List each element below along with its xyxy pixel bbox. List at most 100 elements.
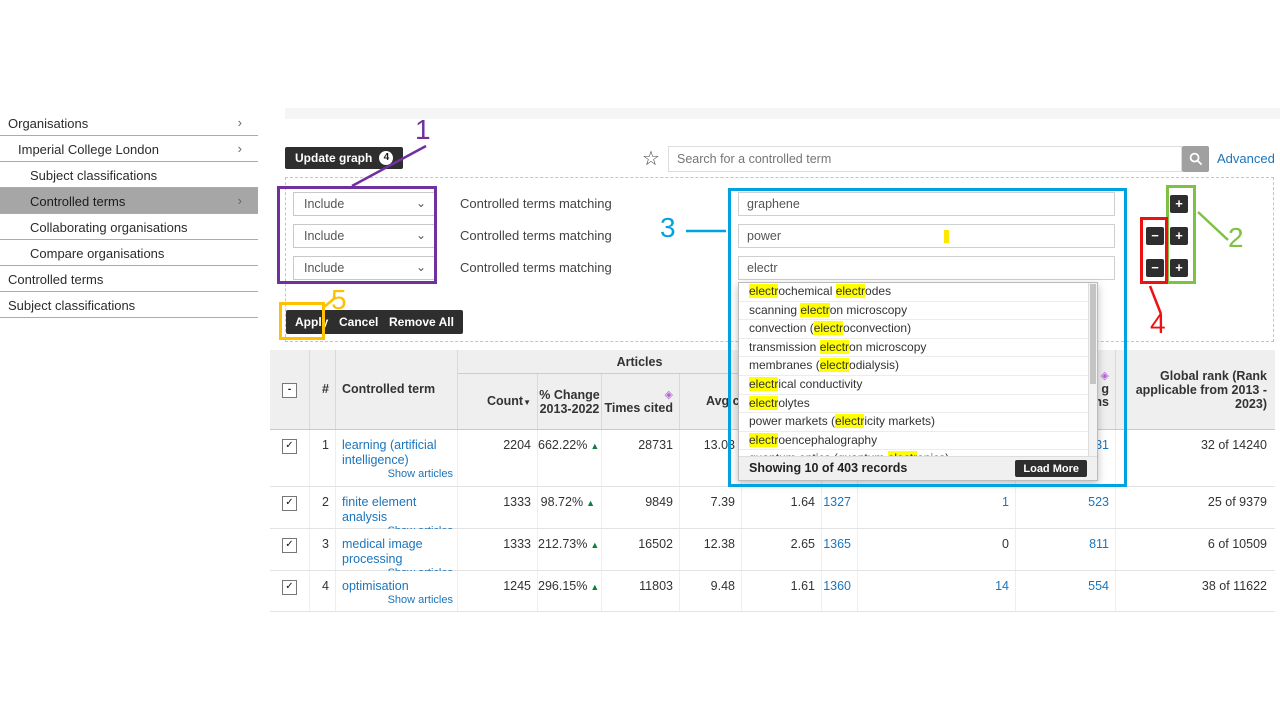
- trend-up-icon: ▲: [586, 498, 595, 508]
- dropdown-scrollbar[interactable]: [1088, 283, 1097, 459]
- advanced-search-link[interactable]: Advanced: [1217, 151, 1275, 166]
- term-input-graphene[interactable]: [738, 192, 1115, 216]
- avg-cell: 12.38: [680, 529, 742, 570]
- remove-all-button[interactable]: Remove All: [380, 310, 463, 334]
- sidebar-item-organisations[interactable]: Organisations›: [0, 110, 258, 136]
- table-row-2: ✓2finite element analysisShow articles13…: [270, 487, 1275, 529]
- operator-select-value: Include: [304, 229, 344, 243]
- item-text: icity markets): [864, 414, 935, 428]
- sidebar-item-compare-organisations[interactable]: Compare organisations: [0, 240, 258, 266]
- item-text: odialysis): [849, 358, 899, 372]
- fwci-cell: 1.64: [742, 487, 822, 528]
- fwci-value: 1.61: [791, 579, 815, 593]
- header-avg[interactable]: Avg citations per article: [680, 374, 742, 429]
- term-input-electr[interactable]: [738, 256, 1115, 280]
- cited-value: 28731: [638, 438, 673, 452]
- dropdown-item-3[interactable]: convection (electroconvection): [739, 319, 1097, 338]
- n3-value[interactable]: 811: [1089, 537, 1109, 551]
- remove-row-button-3[interactable]: −: [1146, 259, 1164, 277]
- chevron-down-icon: ⌄: [416, 260, 426, 274]
- sidebar-item-collaborating-organisations[interactable]: Collaborating organisations: [0, 214, 258, 240]
- add-row-button-1[interactable]: +: [1170, 195, 1188, 213]
- dropdown-item-9[interactable]: electroencephalography: [739, 431, 1097, 450]
- rank-cell: 32 of 14240: [1116, 430, 1275, 486]
- load-more-button[interactable]: Load More: [1015, 460, 1087, 477]
- controlled-term-link[interactable]: learning (artificial intelligence): [342, 438, 453, 468]
- n1-value[interactable]: 1360: [823, 579, 851, 593]
- item-text: odes: [865, 284, 891, 298]
- dropdown-item-6[interactable]: electrical conductivity: [739, 375, 1097, 394]
- operator-select-1[interactable]: Include⌄: [293, 192, 435, 216]
- rank-value: 6 of 10509: [1208, 537, 1267, 551]
- select-all-checkbox[interactable]: -: [282, 383, 297, 398]
- dropdown-item-2[interactable]: scanning electron microscopy: [739, 301, 1097, 320]
- fwci-cell: 2.65: [742, 529, 822, 570]
- search-input[interactable]: [668, 146, 1182, 172]
- favorite-star-icon[interactable]: ☆: [642, 146, 660, 171]
- remove-row-button-2[interactable]: −: [1146, 227, 1164, 245]
- sidebar-item-imperial-college-london[interactable]: Imperial College London›: [0, 136, 258, 162]
- operator-select-3[interactable]: Include ⌄: [293, 256, 435, 280]
- chevron-right-icon: ›: [238, 193, 242, 208]
- row-checkbox[interactable]: ✓: [282, 580, 297, 595]
- sidebar-item-label: Controlled terms: [8, 272, 103, 287]
- n2-value: 0: [1002, 537, 1009, 551]
- n1-cell: 1327: [822, 487, 858, 528]
- match-highlight: electr: [749, 433, 778, 447]
- term-cell: finite element analysisShow articles: [336, 487, 458, 528]
- avg-cell: 9.48: [680, 571, 742, 611]
- filter-row-label: Controlled terms matching: [460, 256, 612, 280]
- header-change[interactable]: % Change 2013-2022: [538, 374, 602, 429]
- header-count[interactable]: Count▼: [458, 374, 538, 429]
- dropdown-item-8[interactable]: power markets (electricity markets): [739, 412, 1097, 431]
- dropdown-item-1[interactable]: electrochemical electrodes: [739, 283, 1097, 301]
- rank-cell: 38 of 11622: [1116, 571, 1275, 611]
- dropdown-item-5[interactable]: membranes (electrodialysis): [739, 356, 1097, 375]
- show-articles-link[interactable]: Show articles: [388, 594, 453, 606]
- n1-value[interactable]: 1327: [823, 495, 851, 509]
- cancel-button[interactable]: Cancel: [330, 310, 387, 334]
- show-articles-link[interactable]: Show articles: [388, 468, 453, 480]
- fwci-cell: 1.61: [742, 571, 822, 611]
- dropdown-item-4[interactable]: transmission electron microscopy: [739, 338, 1097, 357]
- add-row-button-3[interactable]: +: [1170, 259, 1188, 277]
- search-button[interactable]: [1182, 146, 1209, 172]
- dropdown-item-7[interactable]: electrolytes: [739, 394, 1097, 413]
- chevron-right-icon: ›: [238, 115, 242, 130]
- controlled-term-link[interactable]: medical image processing: [342, 537, 453, 567]
- n3-cell: 554: [1016, 571, 1116, 611]
- n3-value[interactable]: 554: [1088, 579, 1109, 593]
- change-value: 296.15%: [538, 579, 587, 593]
- operator-select-value: Include: [304, 261, 344, 275]
- highlight-caret-mark: [944, 230, 949, 243]
- n2-value[interactable]: 1: [1002, 495, 1009, 509]
- n1-value[interactable]: 1365: [823, 537, 851, 551]
- match-highlight: electr: [749, 377, 778, 391]
- sidebar-item-subject-classifications-2[interactable]: Subject classifications: [0, 292, 258, 318]
- match-highlight: electr: [749, 396, 778, 410]
- sidebar-item-controlled-terms[interactable]: Controlled terms›: [0, 188, 258, 214]
- sidebar-item-subject-classifications[interactable]: Subject classifications: [0, 162, 258, 188]
- item-text: olytes: [778, 396, 809, 410]
- trend-up-icon: ▲: [590, 582, 599, 592]
- cited-value: 11803: [639, 579, 673, 593]
- row-checkbox[interactable]: ✓: [282, 538, 297, 553]
- controlled-term-link[interactable]: optimisation: [342, 579, 453, 594]
- item-text: oencephalography: [778, 433, 877, 447]
- n2-value[interactable]: 14: [995, 579, 1009, 593]
- operator-select-2[interactable]: Include⌄: [293, 224, 435, 248]
- avg-value: 7.39: [711, 495, 735, 509]
- sort-desc-icon: ▼: [523, 398, 531, 407]
- n3-value[interactable]: 523: [1088, 495, 1109, 509]
- update-graph-button[interactable]: Update graph 4: [285, 147, 403, 169]
- controlled-term-link[interactable]: finite element analysis: [342, 495, 453, 525]
- row-checkbox[interactable]: ✓: [282, 439, 297, 454]
- sidebar-item-controlled-terms-2[interactable]: Controlled terms: [0, 266, 258, 292]
- row-checkbox[interactable]: ✓: [282, 496, 297, 511]
- add-row-button-2[interactable]: +: [1170, 227, 1188, 245]
- filter-row-label: Controlled terms matching: [460, 224, 612, 248]
- header-cited[interactable]: ◈Times cited: [602, 374, 680, 429]
- autocomplete-dropdown: electrochemical electrodesscanning elect…: [738, 282, 1098, 481]
- term-input-power[interactable]: [738, 224, 1115, 248]
- rank-cell: 6 of 10509: [1116, 529, 1275, 570]
